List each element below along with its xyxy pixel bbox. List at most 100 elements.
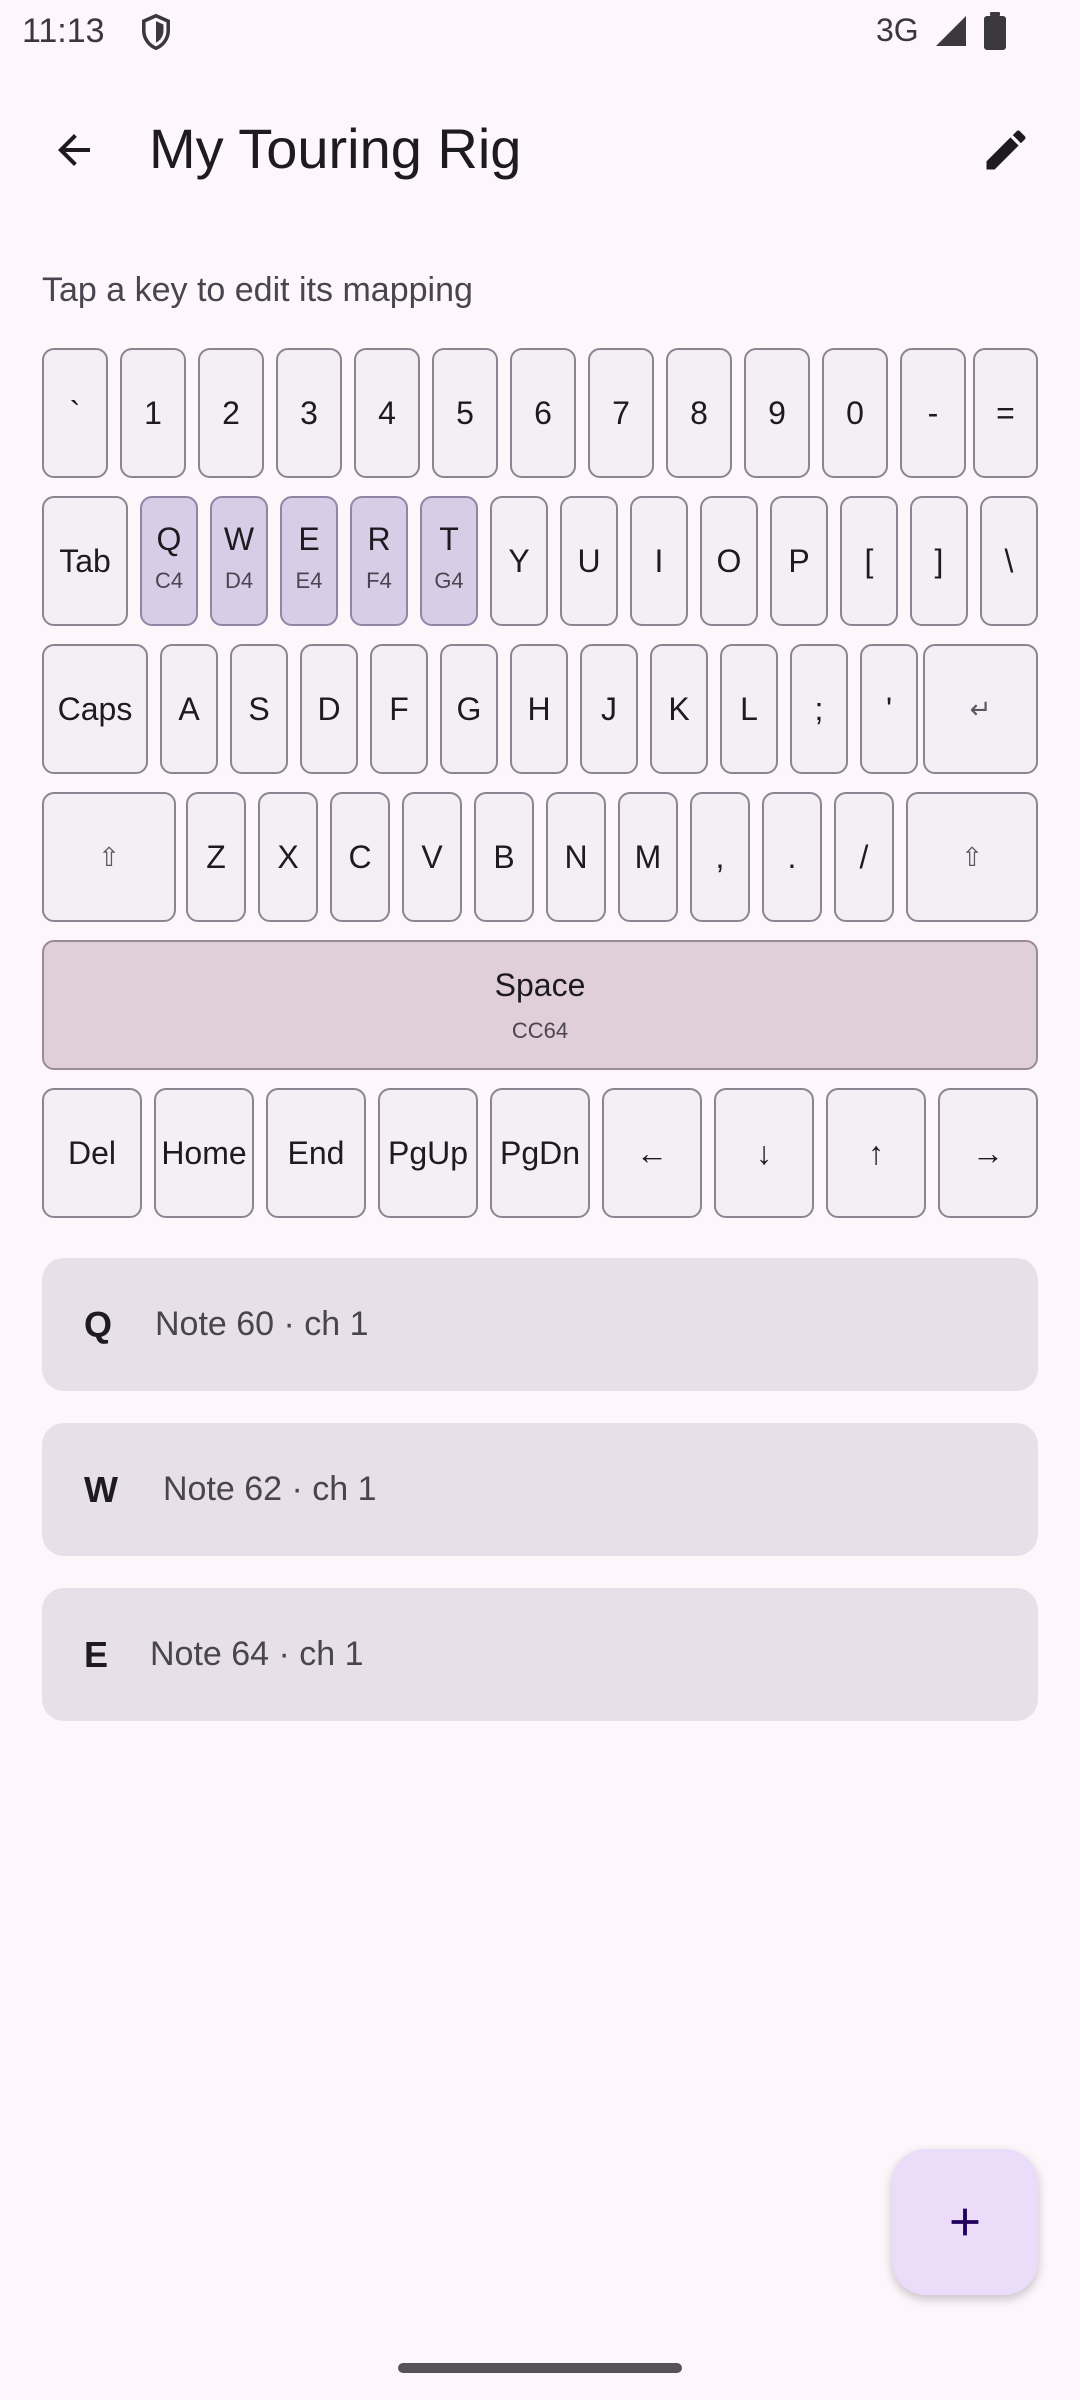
key-arrow-up[interactable]: ↑ <box>826 1088 926 1218</box>
key-c[interactable]: C <box>330 792 390 922</box>
key-y[interactable]: Y <box>490 496 548 626</box>
key-q[interactable]: Q C4 <box>140 496 198 626</box>
key-note: F4 <box>366 568 392 593</box>
key-5[interactable]: 5 <box>432 348 498 478</box>
key-minus[interactable]: - <box>900 348 966 478</box>
key-7[interactable]: 7 <box>588 348 654 478</box>
key-b[interactable]: B <box>474 792 534 922</box>
network-type: 3G <box>876 12 919 48</box>
key-cc: CC64 <box>511 1018 569 1043</box>
key-h[interactable]: H <box>510 644 568 774</box>
key-backslash[interactable]: \ <box>980 496 1038 626</box>
key-9[interactable]: 9 <box>744 348 810 478</box>
key-v[interactable]: V <box>402 792 462 922</box>
key-e[interactable]: E E4 <box>280 496 338 626</box>
key-w[interactable]: W D4 <box>210 496 268 626</box>
key-equals[interactable]: = <box>973 348 1038 478</box>
key-left-shift[interactable]: ⇧ <box>42 792 176 922</box>
back-button[interactable] <box>38 114 110 186</box>
key-slash[interactable]: / <box>834 792 894 922</box>
keyboard-row-qwerty: Tab Q C4 W D4 E E4 R F4 T G4 Y U I O P [ ] \ <box>42 496 1038 630</box>
key-m[interactable]: M <box>618 792 678 922</box>
key-pgup[interactable]: PgUp <box>378 1088 478 1218</box>
key-x[interactable]: X <box>258 792 318 922</box>
key-d[interactable]: D <box>300 644 358 774</box>
key-n[interactable]: N <box>546 792 606 922</box>
key-label: Q <box>156 521 182 557</box>
mapping-item[interactable]: E Note 64 · ch 1 <box>42 1588 1038 1721</box>
key-label: 9 <box>768 395 786 431</box>
key-right-bracket[interactable]: ] <box>910 496 968 626</box>
key-period[interactable]: . <box>762 792 822 922</box>
key-comma[interactable]: , <box>690 792 750 922</box>
plus-icon <box>951 2208 979 2236</box>
gesture-navigation-bar[interactable] <box>398 2363 682 2373</box>
key-arrow-left[interactable]: ← <box>602 1088 702 1218</box>
key-semicolon[interactable]: ; <box>790 644 848 774</box>
key-k[interactable]: K <box>650 644 708 774</box>
key-label: V <box>421 839 443 875</box>
key-label: U <box>577 543 601 579</box>
key-6[interactable]: 6 <box>510 348 576 478</box>
key-2[interactable]: 2 <box>198 348 264 478</box>
key-1[interactable]: 1 <box>120 348 186 478</box>
key-g[interactable]: G <box>440 644 498 774</box>
key-label: 3 <box>300 395 318 431</box>
top-app-bar: My Touring Rig <box>0 80 1080 214</box>
key-label: [ <box>864 543 874 579</box>
key-i[interactable]: I <box>630 496 688 626</box>
key-0[interactable]: 0 <box>822 348 888 478</box>
mapping-description: Note 62 · ch 1 <box>163 1470 377 1508</box>
keyboard-row-space: Space CC64 <box>42 940 1038 1074</box>
key-l[interactable]: L <box>720 644 778 774</box>
add-mapping-button[interactable] <box>892 2149 1038 2295</box>
key-3[interactable]: 3 <box>276 348 342 478</box>
key-del[interactable]: Del <box>42 1088 142 1218</box>
key-home[interactable]: Home <box>154 1088 254 1218</box>
key-f[interactable]: F <box>370 644 428 774</box>
key-u[interactable]: U <box>560 496 618 626</box>
key-label: 2 <box>222 395 240 431</box>
key-pgdn[interactable]: PgDn <box>490 1088 590 1218</box>
mapping-key: E <box>84 1634 109 1675</box>
key-label: I <box>654 543 664 579</box>
key-r[interactable]: R F4 <box>350 496 408 626</box>
key-p[interactable]: P <box>770 496 828 626</box>
key-j[interactable]: J <box>580 644 638 774</box>
key-note: E4 <box>295 568 323 593</box>
key-label: , <box>715 839 725 875</box>
page-title: My Touring Rig <box>149 117 522 180</box>
key-arrow-down[interactable]: ↓ <box>714 1088 814 1218</box>
key-right-shift[interactable]: ⇧ <box>906 792 1038 922</box>
key-tab[interactable]: Tab <box>42 496 128 626</box>
key-end[interactable]: End <box>266 1088 366 1218</box>
key-o[interactable]: O <box>700 496 758 626</box>
key-note: D4 <box>224 568 254 593</box>
key-label: B <box>493 839 515 875</box>
key-label: 5 <box>456 395 474 431</box>
key-backtick[interactable]: ` <box>42 348 108 478</box>
key-space[interactable]: Space CC64 <box>42 940 1038 1070</box>
key-label: Space <box>494 967 586 1003</box>
key-a[interactable]: A <box>160 644 218 774</box>
key-label: ; <box>814 691 824 727</box>
key-label: O <box>716 543 742 579</box>
key-quote[interactable]: ' <box>860 644 918 774</box>
battery-icon <box>984 12 1006 50</box>
key-s[interactable]: S <box>230 644 288 774</box>
edit-title-button[interactable] <box>970 114 1042 186</box>
mapping-description: Note 64 · ch 1 <box>150 1635 364 1673</box>
key-enter[interactable]: ↵ <box>923 644 1038 774</box>
mapping-item[interactable]: Q Note 60 · ch 1 <box>42 1258 1038 1391</box>
key-z[interactable]: Z <box>186 792 246 922</box>
key-t[interactable]: T G4 <box>420 496 478 626</box>
key-8[interactable]: 8 <box>666 348 732 478</box>
key-label: F <box>389 691 409 727</box>
key-left-bracket[interactable]: [ <box>840 496 898 626</box>
key-4[interactable]: 4 <box>354 348 420 478</box>
mapping-item[interactable]: W Note 62 · ch 1 <box>42 1423 1038 1556</box>
key-caps[interactable]: Caps <box>42 644 148 774</box>
key-label: ] <box>934 543 944 579</box>
key-arrow-right[interactable]: → <box>938 1088 1038 1218</box>
key-label: → <box>972 1135 1004 1171</box>
